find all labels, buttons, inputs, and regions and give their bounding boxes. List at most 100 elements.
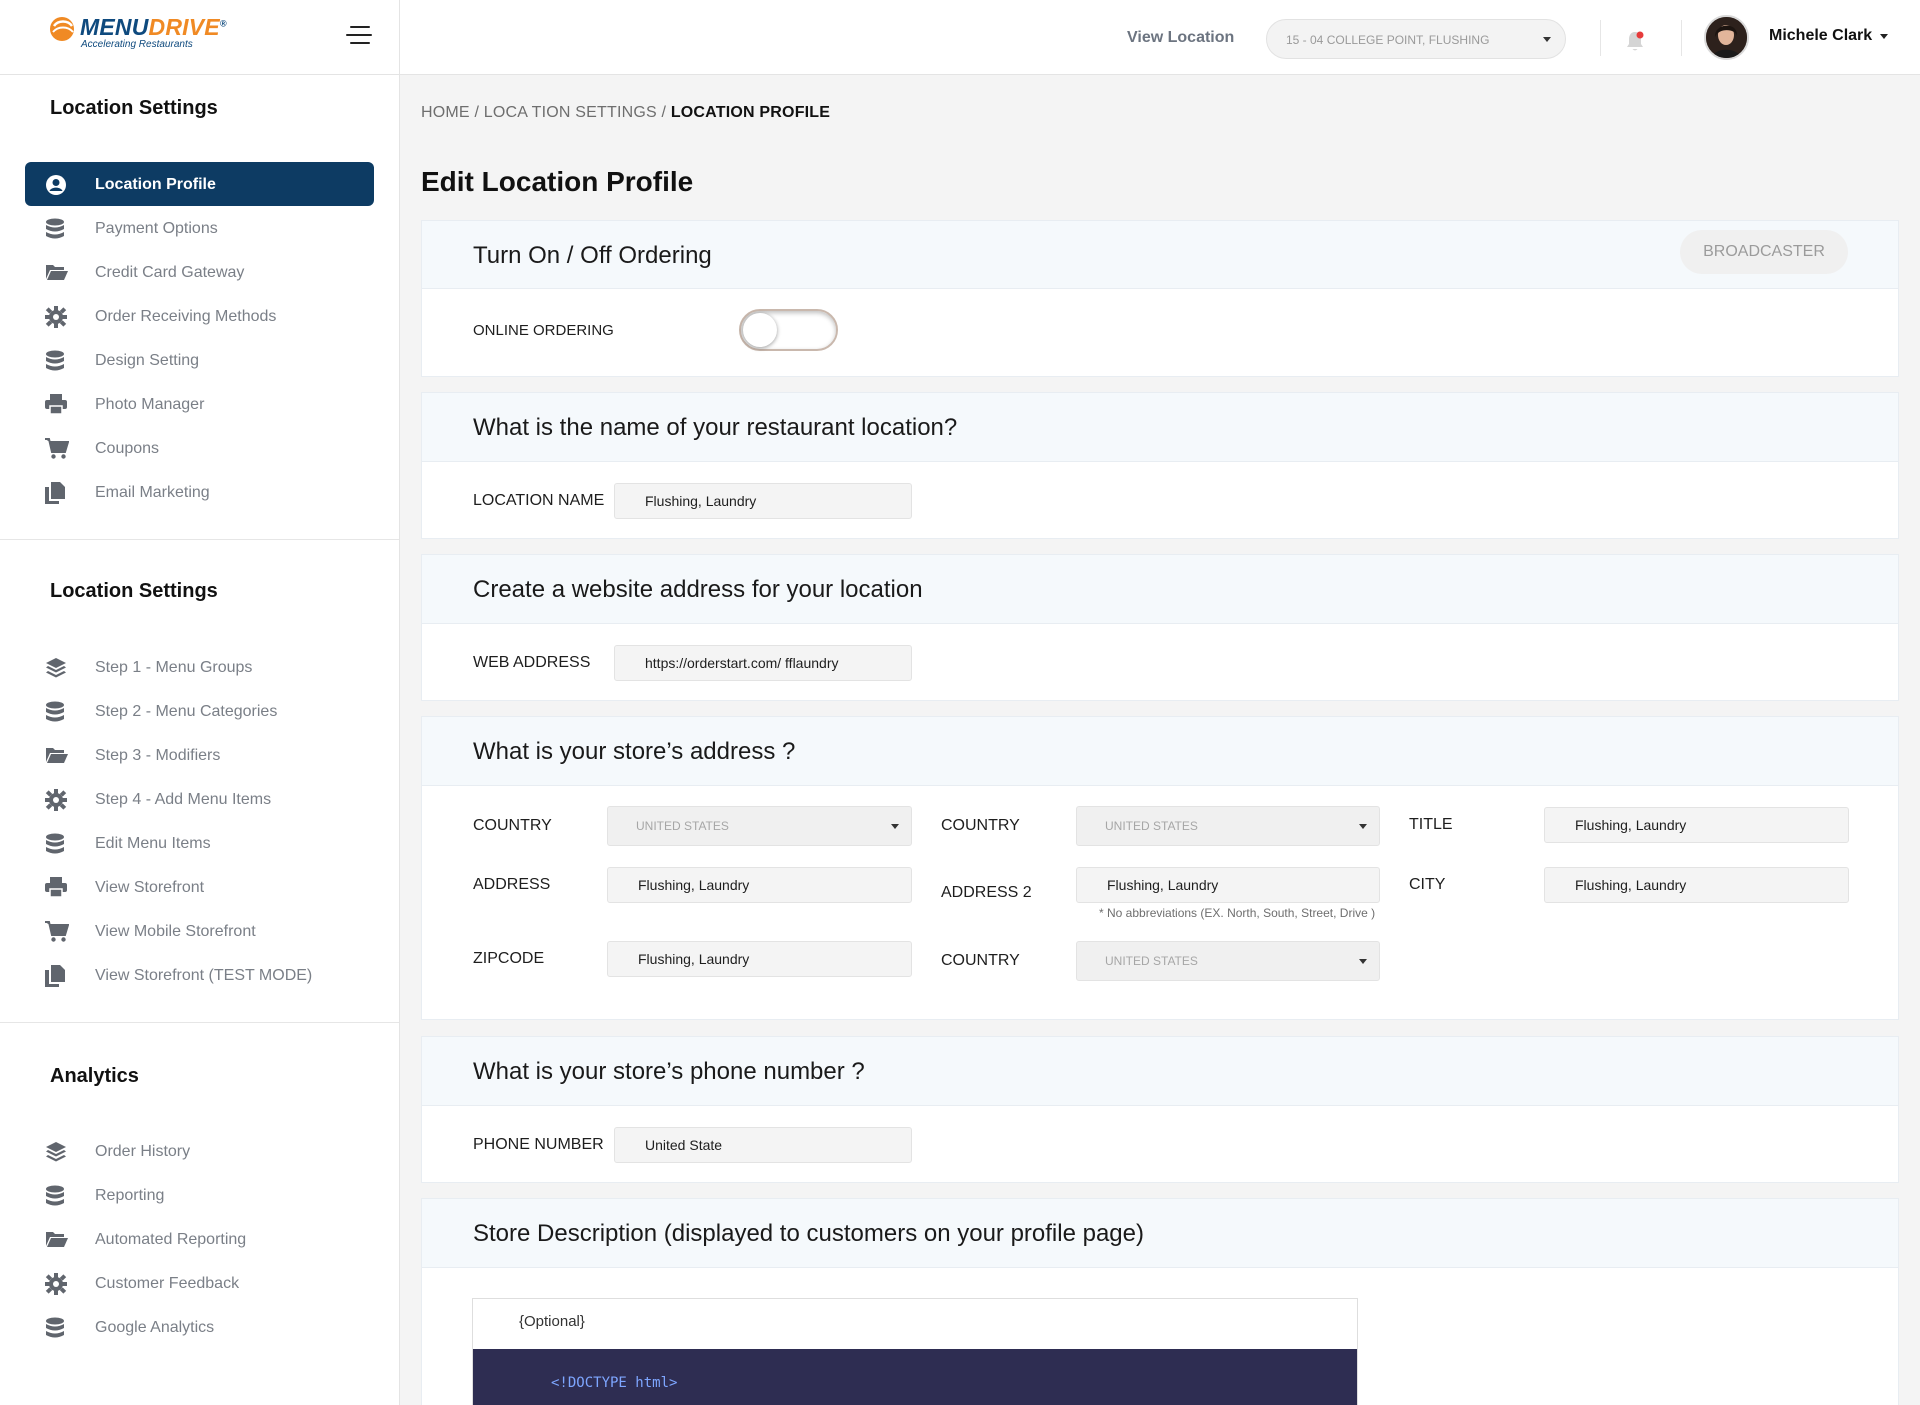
logo-swirl-icon <box>50 17 74 41</box>
description-placeholder: {Optional} <box>519 1313 585 1330</box>
sidebar-item-label: Design Setting <box>95 352 200 369</box>
header-divider <box>1600 20 1601 56</box>
breadcrumb-location-settings[interactable]: LOCA TION SETTINGS <box>484 104 657 121</box>
sidebar-item-label: View Storefront (TEST MODE) <box>95 967 313 984</box>
sidebar-item-label: Step 4 - Add Menu Items <box>95 791 272 808</box>
card-header: What is your store’s address ? <box>422 717 1898 786</box>
sidebar-item-credit-card-gateway[interactable]: Credit Card Gateway <box>25 250 374 294</box>
card-header: What is your store’s phone number ? <box>422 1037 1898 1106</box>
breadcrumb: HOME / LOCA TION SETTINGS / LOCATION PRO… <box>421 104 830 122</box>
card-heading: Create a website address for your locati… <box>473 576 923 603</box>
city-input[interactable]: Flushing, Laundry <box>1544 867 1849 903</box>
web-address-card: Create a website address for your locati… <box>421 554 1899 701</box>
gear-icon <box>45 789 67 811</box>
chevron-down-icon <box>891 824 899 829</box>
address-input[interactable]: Flushing, Laundry <box>607 867 912 903</box>
sidebar-item-label: Photo Manager <box>95 396 205 413</box>
breadcrumb-current: LOCATION PROFILE <box>670 104 831 121</box>
sidebar-item-payment-options[interactable]: Payment Options <box>25 206 374 250</box>
gear-icon <box>45 1273 67 1295</box>
sidebar-item-edit-menu-items[interactable]: Edit Menu Items <box>25 821 374 865</box>
card-header: Create a website address for your locati… <box>422 555 1898 624</box>
sidebar-section-title: Analytics <box>50 1065 139 1087</box>
title-input[interactable]: Flushing, Laundry <box>1544 807 1849 843</box>
country-select-value: UNITED STATES <box>636 819 729 833</box>
sidebar-item-step3-modifiers[interactable]: Step 3 - Modifiers <box>25 733 374 777</box>
location-name-input[interactable]: Flushing, Laundry <box>614 483 912 519</box>
database-icon <box>45 1185 67 1206</box>
sidebar-item-view-storefront[interactable]: View Storefront <box>25 865 374 909</box>
sidebar-item-step2-menu-categories[interactable]: Step 2 - Menu Categories <box>25 689 374 733</box>
chevron-down-icon <box>1543 37 1551 42</box>
sidebar-item-label: Customer Feedback <box>95 1275 240 1292</box>
card-header: What is the name of your restaurant loca… <box>422 393 1898 462</box>
zipcode-label: ZIPCODE <box>473 950 545 967</box>
sidebar-item-label: Order History <box>95 1143 191 1160</box>
online-ordering-toggle[interactable] <box>739 309 838 351</box>
sidebar-item-step1-menu-groups[interactable]: Step 1 - Menu Groups <box>25 645 374 689</box>
store-description-card: Store Description (displayed to customer… <box>421 1198 1899 1405</box>
chevron-down-icon <box>1359 959 1367 964</box>
phone-number-label: PHONE NUMBER <box>473 1136 604 1153</box>
country-select[interactable]: UNITED STATES <box>1076 806 1380 846</box>
sidebar-item-email-marketing[interactable]: Email Marketing <box>25 470 374 514</box>
web-address-input[interactable]: https://orderstart.com/ fflaundry <box>614 645 912 681</box>
sidebar-item-label: Reporting <box>95 1187 165 1204</box>
web-address-label: WEB ADDRESS <box>473 654 591 671</box>
country-select[interactable]: UNITED STATES <box>1076 941 1380 981</box>
breadcrumb-separator: / <box>469 104 484 121</box>
card-heading: What is the name of your restaurant loca… <box>473 414 958 441</box>
menudrive-logo[interactable]: MENUDRIVE® Accelerating Restaurants <box>48 14 226 54</box>
sidebar-item-label: View Mobile Storefront <box>95 923 256 940</box>
sidebar-item-photo-manager[interactable]: Photo Manager <box>25 382 374 426</box>
sidebar-item-design-setting[interactable]: Design Setting <box>25 338 374 382</box>
copy-icon <box>45 482 67 504</box>
sidebar-item-view-storefront-test-mode[interactable]: View Storefront (TEST MODE) <box>25 953 374 997</box>
sidebar-item-reporting[interactable]: Reporting <box>25 1173 374 1217</box>
avatar[interactable] <box>1704 15 1749 60</box>
sidebar-item-step4-add-menu-items[interactable]: Step 4 - Add Menu Items <box>25 777 374 821</box>
user-name[interactable]: Michele Clark <box>1769 27 1872 45</box>
sidebar-item-label: View Storefront <box>95 879 205 896</box>
country-select-value: UNITED STATES <box>1105 954 1198 968</box>
sidebar-item-coupons[interactable]: Coupons <box>25 426 374 470</box>
sidebar-item-view-mobile-storefront[interactable]: View Mobile Storefront <box>25 909 374 953</box>
sidebar-item-location-profile[interactable]: Location Profile <box>25 162 374 206</box>
address-label: ADDRESS <box>473 876 551 893</box>
location-name-card: What is the name of your restaurant loca… <box>421 392 1899 539</box>
sidebar-item-automated-reporting[interactable]: Automated Reporting <box>25 1217 374 1261</box>
sidebar-item-label: Step 1 - Menu Groups <box>95 659 253 676</box>
code-editor-area[interactable]: <!DOCTYPE html> <box>473 1349 1357 1405</box>
brand-area: MENUDRIVE® Accelerating Restaurants <box>0 0 400 75</box>
printer-icon <box>45 877 67 898</box>
card-header: Turn On / Off Ordering BROADCASTER <box>422 221 1898 289</box>
sidebar-section-title: Location Settings <box>50 580 218 602</box>
menu-toggle-icon[interactable] <box>346 24 372 46</box>
sidebar-item-customer-feedback[interactable]: Customer Feedback <box>25 1261 374 1305</box>
address2-input[interactable]: Flushing, Laundry <box>1076 867 1380 903</box>
phone-number-input[interactable]: United State <box>614 1127 912 1163</box>
sidebar-item-label: Step 3 - Modifiers <box>95 747 221 764</box>
bell-icon[interactable] <box>1624 29 1646 53</box>
breadcrumb-separator: / <box>656 104 671 121</box>
sidebar-item-label: Google Analytics <box>95 1319 215 1336</box>
card-header: Store Description (displayed to customer… <box>422 1199 1898 1268</box>
location-select[interactable]: 15 - 04 COLLEGE POINT, FLUSHING <box>1266 19 1566 59</box>
sidebar-item-label: Edit Menu Items <box>95 835 211 852</box>
sidebar-item-order-receiving-methods[interactable]: Order Receiving Methods <box>25 294 374 338</box>
printer-icon <box>45 394 67 415</box>
broadcaster-button[interactable]: BROADCASTER <box>1680 230 1848 274</box>
description-editor[interactable]: {Optional} <!DOCTYPE html> <box>472 1298 1358 1405</box>
top-header: MENUDRIVE® Accelerating Restaurants View… <box>0 0 1920 75</box>
folder-open-icon <box>45 745 68 765</box>
zipcode-input[interactable]: Flushing, Laundry <box>607 941 912 977</box>
country-select[interactable]: UNITED STATES <box>607 806 912 846</box>
logo-tagline: Accelerating Restaurants <box>81 39 193 50</box>
sidebar-divider <box>0 1022 399 1023</box>
sidebar-item-label: Automated Reporting <box>95 1231 247 1248</box>
breadcrumb-home[interactable]: HOME <box>421 104 470 121</box>
sidebar-item-order-history[interactable]: Order History <box>25 1129 374 1173</box>
user-menu-chevron-icon[interactable] <box>1880 34 1888 39</box>
sidebar-item-label: Email Marketing <box>95 484 210 501</box>
sidebar-item-google-analytics[interactable]: Google Analytics <box>25 1305 374 1349</box>
